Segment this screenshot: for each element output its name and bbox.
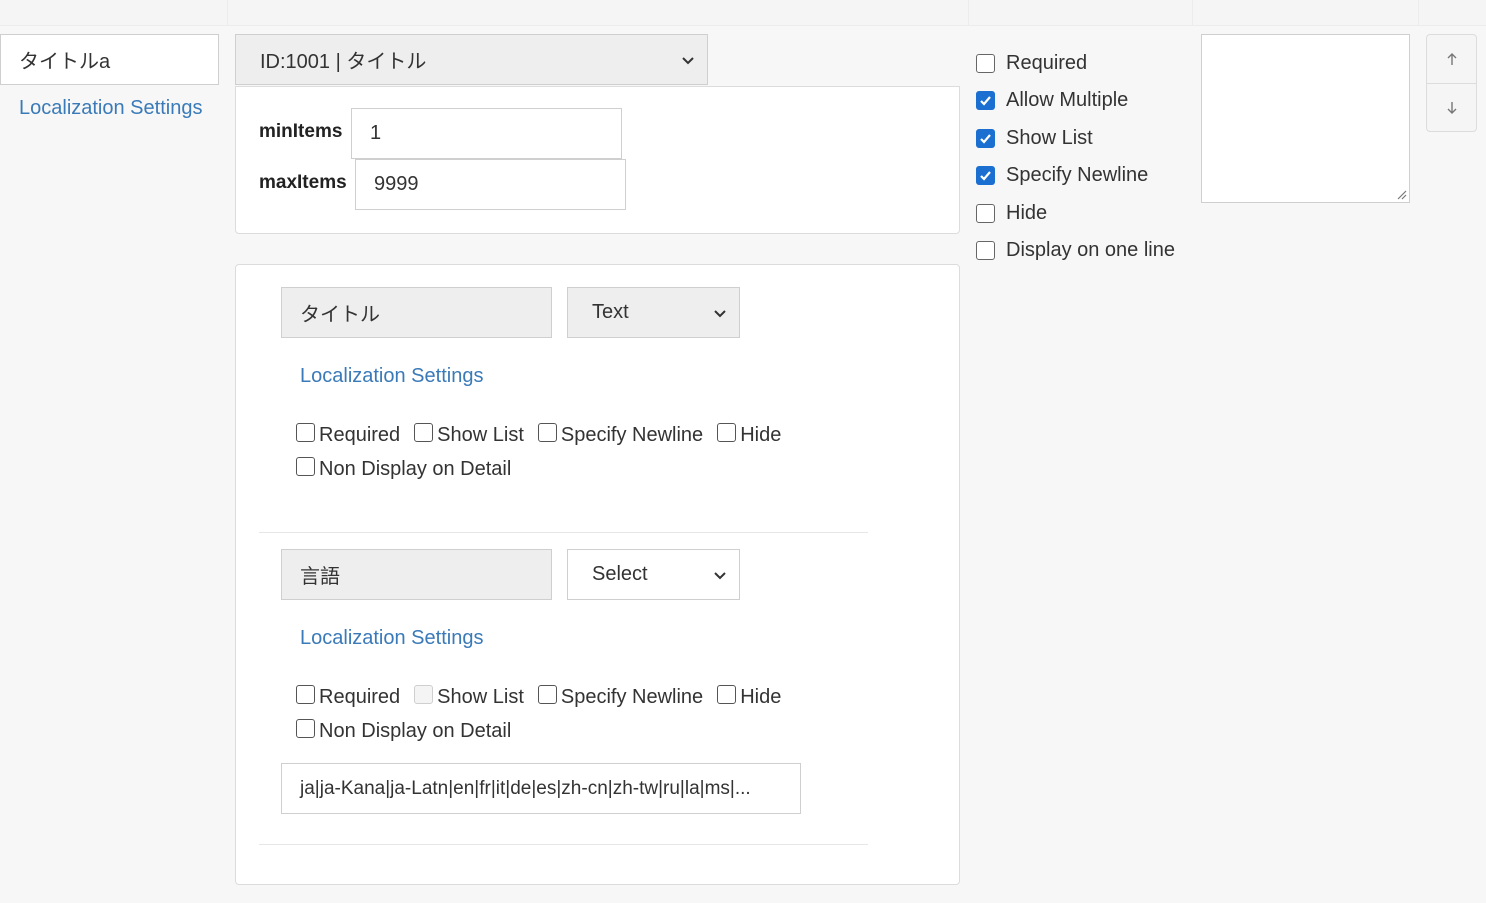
subitem-language-specify-newline-checkbox[interactable] <box>537 685 557 704</box>
subitem-title-non-display[interactable]: Non Display on Detail <box>296 457 512 481</box>
subitem-language-choices-input[interactable]: ja|ja-Kana|ja-Latn|en|fr|it|de|es|zh-cn|… <box>281 763 801 814</box>
arrow-up-icon <box>1447 53 1456 65</box>
subitem-title-options-row-2: Non Display on Detail <box>296 457 525 481</box>
subitem-language-options-row-2: Non Display on Detail <box>296 719 525 743</box>
subitem-title-name-input[interactable]: タイトル <box>281 287 552 338</box>
min-items-input[interactable]: 1 <box>351 108 622 159</box>
option-allow-multiple[interactable]: Allow Multiple <box>976 89 1128 112</box>
subitem-language-show-list: Show List <box>414 685 524 709</box>
option-display-one-line[interactable]: Display on one line <box>976 239 1175 262</box>
toolbar-divider <box>1192 0 1193 26</box>
toolbar-divider <box>227 0 228 26</box>
subitem-title-hide-checkbox[interactable] <box>717 423 737 442</box>
subitem-title-show-list-label: Show List <box>437 424 524 446</box>
required-checkbox[interactable] <box>976 54 995 73</box>
chevron-down-icon <box>714 571 726 579</box>
subitem-language-hide-label: Hide <box>740 686 782 708</box>
subitem-title-type-value: Text <box>592 301 629 323</box>
subitem-language-required-label: Required <box>319 686 401 708</box>
option-show-list[interactable]: Show List <box>976 127 1093 150</box>
localization-settings-link[interactable]: Localization Settings <box>19 97 202 120</box>
move-up-button[interactable] <box>1427 35 1476 83</box>
subitem-title-required[interactable]: Required <box>296 423 401 447</box>
reorder-buttons <box>1426 34 1477 132</box>
arrow-down-icon <box>1447 101 1456 114</box>
subitem-language-name-input[interactable]: 言語 <box>281 549 552 600</box>
subitem-language-required-checkbox[interactable] <box>296 685 315 704</box>
subitem-title-non-display-checkbox[interactable] <box>296 457 315 476</box>
subitem-language-show-list-label: Show List <box>437 686 524 708</box>
move-down-button[interactable] <box>1427 83 1476 131</box>
subitem-language-hide-checkbox[interactable] <box>717 685 737 704</box>
show-list-label: Show List <box>1006 127 1093 149</box>
subitem-title-localization-link[interactable]: Localization Settings <box>300 365 483 388</box>
subitem-language-non-display[interactable]: Non Display on Detail <box>296 719 512 743</box>
min-items-label: minItems <box>259 121 343 142</box>
subitem-title-required-checkbox[interactable] <box>296 423 315 442</box>
max-items-input[interactable]: 9999 <box>355 159 626 210</box>
option-required[interactable]: Required <box>976 52 1087 75</box>
subitem-language-options-row: Required Show List Specify Newline Hide <box>296 685 795 709</box>
property-id-select-value: ID:1001 | タイトル <box>260 51 427 73</box>
display-one-line-checkbox[interactable] <box>976 241 995 260</box>
subitem-title-hide-label: Hide <box>740 424 782 446</box>
subitem-language-type-select[interactable]: Select <box>567 549 740 600</box>
subitem-language-type-value: Select <box>592 563 648 585</box>
chevron-down-icon <box>682 56 694 64</box>
subitem-title-non-display-label: Non Display on Detail <box>319 458 512 480</box>
option-specify-newline[interactable]: Specify Newline <box>976 164 1148 187</box>
subitem-language-non-display-checkbox[interactable] <box>296 719 315 738</box>
subitem-title-specify-newline[interactable]: Specify Newline <box>537 423 704 447</box>
subitem-language-specify-newline-label: Specify Newline <box>560 686 704 708</box>
allow-multiple-checkbox[interactable] <box>976 91 995 110</box>
show-list-checkbox[interactable] <box>976 129 995 148</box>
specify-newline-label: Specify Newline <box>1006 164 1149 186</box>
property-id-select[interactable]: ID:1001 | タイトル <box>235 34 708 85</box>
subitem-title-specify-newline-checkbox[interactable] <box>537 423 557 442</box>
subitem-title-show-list-checkbox[interactable] <box>414 423 434 442</box>
subitem-divider <box>259 532 868 533</box>
subitem-title-specify-newline-label: Specify Newline <box>560 424 704 446</box>
specify-newline-checkbox[interactable] <box>976 166 995 185</box>
toolbar-divider <box>968 0 969 26</box>
resize-grip-icon[interactable] <box>1395 188 1407 200</box>
subitem-title-options-row: Required Show List Specify Newline Hide <box>296 423 795 447</box>
subitem-title-show-list[interactable]: Show List <box>414 423 524 447</box>
top-toolbar-strip <box>0 0 1486 26</box>
subitem-language-hide[interactable]: Hide <box>717 685 782 709</box>
subitem-language-non-display-label: Non Display on Detail <box>319 720 512 742</box>
max-items-label: maxItems <box>259 172 347 193</box>
hide-checkbox[interactable] <box>976 204 995 223</box>
subitem-language-localization-link[interactable]: Localization Settings <box>300 627 483 650</box>
subitem-title-hide[interactable]: Hide <box>717 423 782 447</box>
field-name-input[interactable]: タイトルa <box>0 34 219 85</box>
option-hide[interactable]: Hide <box>976 202 1047 225</box>
subitem-title-type-select[interactable]: Text <box>567 287 740 338</box>
required-label: Required <box>1006 52 1088 74</box>
toolbar-divider <box>1418 0 1419 26</box>
subitem-language-required[interactable]: Required <box>296 685 401 709</box>
subitem-title-required-label: Required <box>319 424 401 446</box>
allow-multiple-label: Allow Multiple <box>1006 89 1129 111</box>
subitem-divider <box>259 844 868 845</box>
notes-textarea[interactable] <box>1201 34 1410 203</box>
display-one-line-label: Display on one line <box>1006 239 1175 261</box>
subitem-language-specify-newline[interactable]: Specify Newline <box>537 685 704 709</box>
hide-label: Hide <box>1006 202 1048 224</box>
chevron-down-icon <box>714 309 726 317</box>
subitem-language-show-list-checkbox <box>414 685 434 704</box>
